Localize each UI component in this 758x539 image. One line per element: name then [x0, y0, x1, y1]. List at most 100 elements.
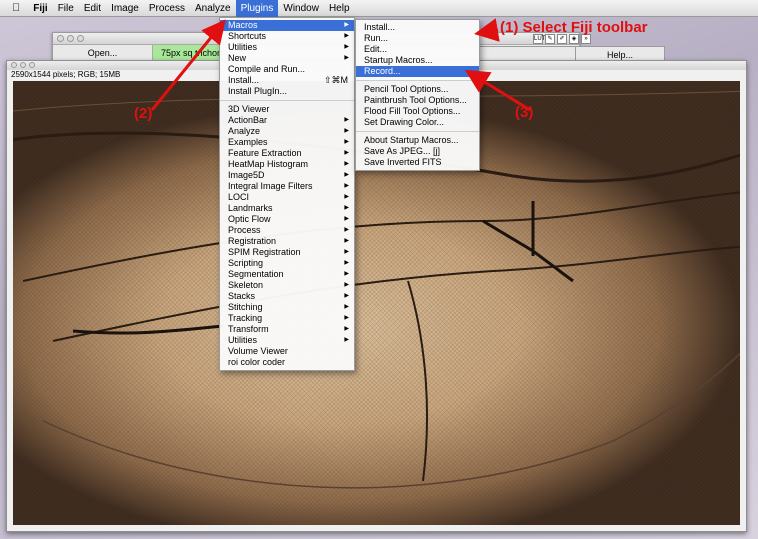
menu-analyze[interactable]: Analyze [190, 0, 236, 17]
plugins-item-spim-registration[interactable]: SPIM Registration [220, 247, 354, 258]
image-close-icon[interactable] [11, 62, 17, 68]
menu-item-label: Transform [228, 324, 269, 334]
menu-item-label: Landmarks [228, 203, 273, 213]
menu-item-label: Macros [228, 20, 258, 30]
menu-help[interactable]: Help [324, 0, 355, 17]
plugins-item-optic-flow[interactable]: Optic Flow [220, 214, 354, 225]
plugins-item-transform[interactable]: Transform [220, 324, 354, 335]
menu-item-label: Run... [364, 33, 389, 43]
menu-item-label: Segmentation [228, 269, 284, 279]
menu-process[interactable]: Process [144, 0, 190, 17]
macros-submenu: Install... Run... Edit... Startup Macros...… [355, 19, 480, 171]
plugins-item-utilities[interactable]: Utilities [220, 42, 354, 53]
menu-item-label: Optic Flow [228, 214, 271, 224]
plugins-item-skeleton[interactable]: Skeleton [220, 280, 354, 291]
plugins-item-compile-and-run[interactable]: Compile and Run... [220, 64, 354, 75]
menu-item-label: ActionBar [228, 115, 268, 125]
menu-app-fiji[interactable]: Fiji [28, 0, 52, 17]
menu-item-label: Process [228, 225, 261, 235]
menu-item-label: 3D Viewer [228, 104, 270, 114]
plugins-item-examples[interactable]: Examples [220, 137, 354, 148]
plugins-item-install[interactable]: Install... ⇧⌘M [220, 75, 354, 86]
menu-image[interactable]: Image [106, 0, 144, 17]
plugins-item-integral-image-filters[interactable]: Integral Image Filters [220, 181, 354, 192]
macros-item-run[interactable]: Run... [356, 33, 479, 44]
plugins-item-install-plugin[interactable]: Install PlugIn... [220, 86, 354, 97]
menu-item-label: Analyze [228, 126, 261, 136]
plugins-item-scripting[interactable]: Scripting [220, 258, 354, 269]
menu-plugins[interactable]: Plugins [235, 0, 279, 17]
zoom-icon[interactable] [77, 35, 84, 42]
menu-item-label: Integral Image Filters [228, 181, 313, 191]
macros-item-startup-macros[interactable]: Startup Macros... [356, 55, 479, 66]
menu-item-label: Registration [228, 236, 277, 246]
menu-item-label: Paintbrush Tool Options... [364, 95, 467, 105]
window-controls [57, 35, 84, 42]
plugins-menu: MacrosShortcutsUtilitiesNewCompile and R… [219, 17, 355, 371]
plugins-item-tracking[interactable]: Tracking [220, 313, 354, 324]
macros-item-edit[interactable]: Edit... [356, 44, 479, 55]
menu-item-label: Edit... [364, 44, 388, 54]
menu-item-label: Volume Viewer [228, 346, 288, 356]
plugins-item-segmentation[interactable]: Segmentation [220, 269, 354, 280]
plugins-item-new[interactable]: New [220, 53, 354, 64]
macros-item-record[interactable]: Record... [356, 66, 479, 77]
menu-item-label: Install... [364, 22, 396, 32]
plugins-item-actionbar[interactable]: ActionBar [220, 115, 354, 126]
menu-separator [356, 80, 479, 81]
menu-item-label: Save Inverted FITS [364, 157, 442, 167]
menu-separator [220, 100, 354, 101]
menu-separator [356, 131, 479, 132]
macros-item-about-startup-macros[interactable]: About Startup Macros... [356, 135, 479, 146]
menu-edit[interactable]: Edit [79, 0, 106, 17]
plugins-item-shortcuts[interactable]: Shortcuts [220, 31, 354, 42]
close-icon[interactable] [57, 35, 64, 42]
image-window-controls [11, 62, 35, 68]
plugins-item-process[interactable]: Process [220, 225, 354, 236]
menu-window[interactable]: Window [278, 0, 324, 17]
menu-item-label: Save As JPEG... [j] [364, 146, 441, 156]
macros-item-save-inverted-fits[interactable]: Save Inverted FITS [356, 157, 479, 168]
menu-item-label: Skeleton [228, 280, 264, 290]
plugins-item-landmarks[interactable]: Landmarks [220, 203, 354, 214]
image-minimize-icon[interactable] [20, 62, 26, 68]
menu-item-label: Image5D [228, 170, 265, 180]
menu-item-label: Stacks [228, 291, 256, 301]
macros-item-flood-fill-tool-options[interactable]: Flood Fill Tool Options... [356, 106, 479, 117]
plugins-item-stacks[interactable]: Stacks [220, 291, 354, 302]
minimize-icon[interactable] [67, 35, 74, 42]
menu-item-label: Utilities [228, 42, 258, 52]
macros-item-paintbrush-tool-options[interactable]: Paintbrush Tool Options... [356, 95, 479, 106]
menu-item-label: Startup Macros... [364, 55, 433, 65]
menu-item-label: LOCI [228, 192, 250, 202]
macros-item-set-drawing-color[interactable]: Set Drawing Color... [356, 117, 479, 128]
menu-item-label: Stitching [228, 302, 263, 312]
apple-icon[interactable]:  [8, 0, 28, 17]
menu-file[interactable]: File [53, 0, 79, 17]
plugins-item-analyze[interactable]: Analyze [220, 126, 354, 137]
annotation-step3: (3) [515, 104, 534, 121]
menu-item-label: Record... [364, 66, 401, 76]
plugins-item-heatmap-histogram[interactable]: HeatMap Histogram [220, 159, 354, 170]
plugins-item-image5d[interactable]: Image5D [220, 170, 354, 181]
image-zoom-icon[interactable] [29, 62, 35, 68]
image-info: 2590x1544 pixels; RGB; 15MB [11, 70, 121, 79]
plugins-item-volume-viewer[interactable]: Volume Viewer [220, 346, 354, 357]
menu-item-label: Pencil Tool Options... [364, 84, 449, 94]
plugins-item-feature-extraction[interactable]: Feature Extraction [220, 148, 354, 159]
menu-item-label: Set Drawing Color... [364, 117, 445, 127]
plugins-item-loci[interactable]: LOCI [220, 192, 354, 203]
plugins-item-utilities[interactable]: Utilities [220, 335, 354, 346]
menu-item-label: Flood Fill Tool Options... [364, 106, 461, 116]
menu-item-label: SPIM Registration [228, 247, 301, 257]
menu-item-label: roi color coder [228, 357, 286, 367]
macros-item-pencil-tool-options[interactable]: Pencil Tool Options... [356, 84, 479, 95]
plugins-item-3d-viewer[interactable]: 3D Viewer [220, 104, 354, 115]
plugins-item-macros[interactable]: Macros [220, 20, 354, 31]
menu-item-label: Examples [228, 137, 268, 147]
plugins-item-stitching[interactable]: Stitching [220, 302, 354, 313]
macros-item-install[interactable]: Install... [356, 22, 479, 33]
macros-item-save-as-jpeg-j[interactable]: Save As JPEG... [j] [356, 146, 479, 157]
plugins-item-roi-color-coder[interactable]: roi color coder [220, 357, 354, 368]
plugins-item-registration[interactable]: Registration [220, 236, 354, 247]
